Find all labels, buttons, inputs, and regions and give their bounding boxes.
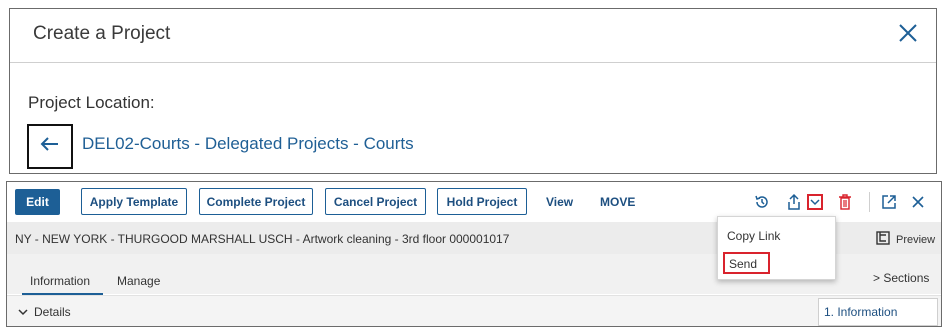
preview-label: Preview: [896, 233, 936, 246]
details-toggle[interactable]: Details: [18, 305, 71, 319]
project-location-label: Project Location:: [28, 93, 155, 112]
section-nav-information[interactable]: 1. Information: [818, 298, 938, 326]
details-label: Details: [34, 305, 71, 319]
menu-item-send[interactable]: Send: [723, 252, 770, 274]
toolbar-divider: [869, 192, 870, 212]
menu-item-copy-link[interactable]: Copy Link: [727, 229, 780, 243]
edit-button[interactable]: Edit: [15, 189, 60, 215]
hold-project-button[interactable]: Hold Project: [437, 188, 527, 215]
chevron-down-icon: [18, 305, 28, 319]
open-external-icon[interactable]: [878, 191, 900, 213]
move-button[interactable]: MOVE: [600, 195, 635, 209]
project-location-link[interactable]: DEL02-Courts - Delegated Projects - Cour…: [82, 134, 414, 154]
preview-icon: [876, 231, 890, 248]
tab-manage[interactable]: Manage: [117, 274, 160, 288]
dialog-header: Create a Project: [10, 9, 936, 63]
share-dropdown-menu: Copy Link Send: [717, 216, 836, 280]
back-button[interactable]: [27, 124, 73, 169]
trash-icon[interactable]: [834, 191, 856, 213]
project-detail-panel: Edit Apply Template Complete Project Can…: [6, 181, 942, 327]
back-arrow-icon: [40, 136, 60, 157]
apply-template-button[interactable]: Apply Template: [81, 188, 187, 215]
create-project-dialog: Create a Project Project Location: DEL02…: [9, 8, 937, 174]
close-panel-icon[interactable]: [907, 191, 929, 213]
preview-button[interactable]: Preview: [876, 231, 935, 248]
view-button[interactable]: View: [546, 195, 573, 209]
complete-project-button[interactable]: Complete Project: [199, 188, 313, 215]
sections-toggle[interactable]: > Sections: [873, 271, 929, 285]
tab-information[interactable]: Information: [30, 274, 90, 288]
chevron-down-icon[interactable]: [807, 194, 823, 210]
share-icon[interactable]: [783, 191, 805, 213]
details-bar: [7, 295, 941, 326]
history-icon[interactable]: [751, 191, 773, 213]
dialog-title: Create a Project: [33, 23, 171, 44]
close-icon[interactable]: [896, 21, 920, 45]
cancel-project-button[interactable]: Cancel Project: [325, 188, 426, 215]
project-title: NY - NEW YORK - THURGOOD MARSHALL USCH -…: [15, 232, 510, 246]
